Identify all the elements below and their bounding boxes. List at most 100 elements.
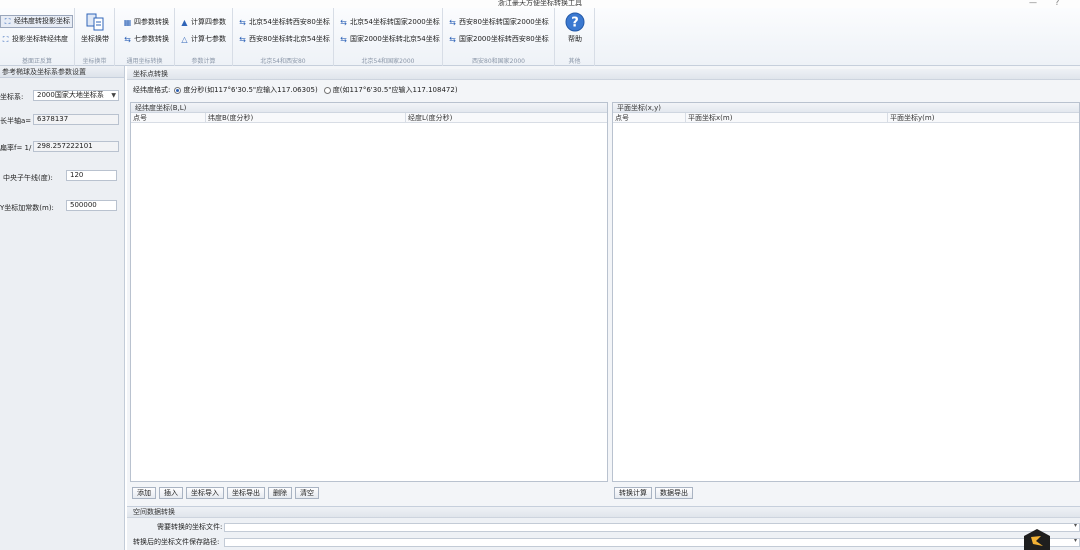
ribbon-group-other: ? 帮助 其他 [555,8,595,66]
calc-seven-param-button[interactable]: △ 计算七参数 [180,33,226,46]
triangle-icon: △ [181,35,188,44]
cgcs2000-to-bj54-button[interactable]: ⇆ 国家2000坐标转北京54坐标 [339,33,440,46]
ribbon-group-label: 西安80和国家2000 [472,58,525,65]
ribbon-group-label: 基面正反算 [21,58,52,65]
central-meridian-field[interactable]: 120 [66,170,117,181]
ribbon-group-param-calc: ▲ 计算四参数 △ 计算七参数 参数计算 [175,8,233,66]
column-header[interactable]: 点号 [131,113,147,123]
minimize-button[interactable]: — [1029,0,1037,7]
transfer-icon: ⇆ [340,35,347,44]
y-add-const-label: Y坐标加常数(m): [0,204,54,212]
ribbon-group-label: 通用坐标转换 [126,58,163,65]
svg-text:?: ? [571,16,579,31]
projection-to-latlon-button[interactable]: ⛶ 投影坐标转经纬度 [1,33,68,46]
grid-header: 点号 平面坐标x(m) 平面坐标y(m) [613,113,1079,123]
floating-app-icon[interactable] [1022,528,1052,550]
flattening-label: 扁率f= 1/ [0,144,32,152]
help-icon: ? [565,12,585,32]
chevron-down-icon: ▼ [111,92,116,99]
latlon-to-projection-button[interactable]: ⛶ 经纬度转投影坐标 [0,15,73,28]
semi-major-field[interactable]: 6378137 [33,114,119,125]
calc-four-param-button[interactable]: ▲ 计算四参数 [180,16,226,29]
title-bar: 浙江豪天方便坐标转换工具 — ? [0,0,1080,8]
ribbon-toolbar: ⛶ 经纬度转投影坐标 ⛶ 投影坐标转经纬度 基面正反算 坐标换带 坐标换带 ▦ … [0,8,1080,66]
convert-calc-button[interactable]: 转换计算 [614,487,652,499]
triangle-icon: ▲ [181,18,188,27]
restore-button[interactable]: ? [1055,0,1059,7]
y-add-const-field[interactable]: 500000 [66,200,117,211]
latlon-grid[interactable]: 经纬度坐标(B,L) 点号 纬度B(度分秒) 经度L(度分秒) [130,102,608,482]
ribbon-group-label: 参数计算 [191,58,216,65]
add-button[interactable]: 添加 [132,487,156,499]
format-label: 经纬度格式: [133,86,171,94]
transfer-icon: ⇆ [124,35,131,44]
export-data-button[interactable]: 数据导出 [655,487,693,499]
section-title: 坐标点转换 [127,69,1080,80]
bj54-to-cgcs2000-button[interactable]: ⇆ 北京54坐标转国家2000坐标 [339,16,440,29]
column-header[interactable]: 经度L(度分秒) [405,113,452,123]
coord-system-select[interactable]: 2000国家大地坐标系 ▼ [33,90,119,101]
ribbon-group-bj54-cgcs2000: ⇆ 北京54坐标转国家2000坐标 ⇆ 国家2000坐标转北京54坐标 北京54… [334,8,443,66]
grid-title: 平面坐标(x,y) [613,103,1079,113]
ellipsoid-params-panel: 参考椭球及坐标系参数设置 坐标系: 2000国家大地坐标系 ▼ 长半轴a= 63… [0,66,125,550]
format-dms-label: 度分秒(如117°6'30.5"应输入117.06305) [183,86,318,94]
transfer-icon: ⇆ [239,18,246,27]
xa80-to-bj54-button[interactable]: ⇆ 西安80坐标转北京54坐标 [238,33,330,46]
plane-coord-grid[interactable]: 平面坐标(x,y) 点号 平面坐标x(m) 平面坐标y(m) [612,102,1080,482]
delete-button[interactable]: 删除 [268,487,292,499]
four-param-transform-button[interactable]: ▦ 四参数转换 [123,16,169,29]
ribbon-group-label: 坐标换带 [82,58,107,65]
cgcs2000-to-xa80-button[interactable]: ⇆ 国家2000坐标转西安80坐标 [448,33,549,46]
format-degree-radio[interactable] [323,86,331,94]
transfer-icon: ⇆ [449,18,456,27]
coord-icon: ⛶ [4,17,11,26]
help-button[interactable]: ? 帮助 [558,12,592,50]
format-dms-radio[interactable] [174,86,182,94]
seven-param-transform-button[interactable]: ⇆ 七参数转换 [123,33,169,46]
column-header[interactable]: 纬度B(度分秒) [205,113,253,123]
semi-major-label: 长半轴a= [0,117,32,125]
chevron-down-icon: ▾ [1073,537,1077,544]
transfer-icon: ⇆ [449,35,456,44]
main-area: 坐标点转换 经纬度格式: 度分秒(如117°6'30.5"应输入117.0630… [127,66,1080,550]
ribbon-group-label: 其他 [568,58,581,65]
clear-button[interactable]: 清空 [295,487,319,499]
ribbon-group-general-transform: ▦ 四参数转换 ⇆ 七参数转换 通用坐标转换 [115,8,175,66]
ribbon-group-bj54-xa80: ⇆ 北京54坐标转西安80坐标 ⇆ 西安80坐标转北京54坐标 北京54和西安8… [233,8,334,66]
ribbon-group-label: 北京54和国家2000 [361,58,415,65]
transfer-icon: ⇆ [239,35,246,44]
latlon-button-bar: 添加 插入 坐标导入 坐标导出 删除 清空 [132,487,319,499]
latlon-format-row: 经纬度格式: 度分秒(如117°6'30.5"应输入117.06305) 度(如… [133,85,458,95]
window-title: 浙江豪天方便坐标转换工具 [498,0,582,7]
zone-change-button[interactable]: 坐标换带 [78,12,112,50]
ribbon-group-label: 北京54和西安80 [260,58,306,65]
import-coords-button[interactable]: 坐标导入 [186,487,224,499]
column-header[interactable]: 平面坐标y(m) [887,113,934,123]
flattening-field[interactable]: 298.257222101 [33,141,119,152]
zone-change-icon [86,13,104,31]
bj54-to-xa80-button[interactable]: ⇆ 北京54坐标转西安80坐标 [238,16,330,29]
ribbon-group-xa80-cgcs2000: ⇆ 西安80坐标转国家2000坐标 ⇆ 国家2000坐标转西安80坐标 西安80… [443,8,555,66]
column-header[interactable]: 平面坐标x(m) [685,113,732,123]
grid-icon: ▦ [123,18,132,27]
insert-button[interactable]: 插入 [159,487,183,499]
output-path-field[interactable]: ▾ [224,537,1080,547]
chevron-down-icon: ▾ [1073,522,1077,529]
coord-icon: ⛶ [2,35,9,44]
xa80-to-cgcs2000-button[interactable]: ⇆ 西安80坐标转国家2000坐标 [448,16,549,29]
ribbon-group-forward-inverse: ⛶ 经纬度转投影坐标 ⛶ 投影坐标转经纬度 基面正反算 [0,8,75,66]
ribbon-group-zone-change: 坐标换带 坐标换带 [75,8,115,66]
export-coords-button[interactable]: 坐标导出 [227,487,265,499]
coord-system-label: 坐标系: [0,93,24,101]
transfer-icon: ⇆ [340,18,347,27]
section-title: 空间数据转换 [127,507,1080,518]
input-file-label: 需要转换的坐标文件: [157,523,223,531]
output-path-label: 转换后的坐标文件保存路径: [133,538,220,546]
spatial-data-section: 空间数据转换 需要转换的坐标文件: ▾ 转换后的坐标文件保存路径: ▾ [127,506,1080,550]
grid-title: 经纬度坐标(B,L) [131,103,607,113]
column-header[interactable]: 点号 [613,113,629,123]
grid-header: 点号 纬度B(度分秒) 经度L(度分秒) [131,113,607,123]
panel-title: 参考椭球及坐标系参数设置 [0,66,124,78]
input-file-field[interactable]: ▾ [224,522,1080,532]
plane-button-bar: 转换计算 数据导出 [614,487,693,499]
